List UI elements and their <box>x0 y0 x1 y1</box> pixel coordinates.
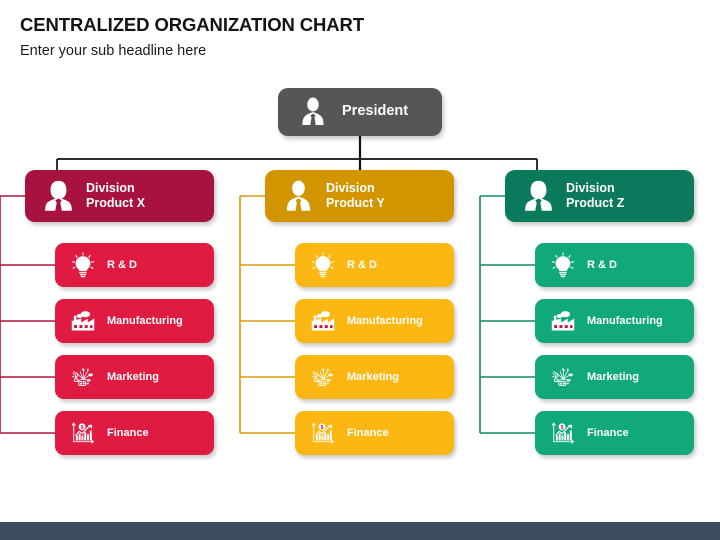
node-product-z-item-1[interactable]: Manufacturing <box>535 299 694 343</box>
node-division-product-y[interactable]: Division Product Y <box>265 170 454 222</box>
node-division-label: Division Product Z <box>566 181 625 210</box>
person-female-icon <box>519 180 557 213</box>
factory-icon <box>545 308 581 334</box>
chart-dollar-icon: $ <box>65 420 101 446</box>
header: CENTRALIZED ORGANIZATION CHART Enter you… <box>20 14 364 59</box>
node-product-y-item-3[interactable]: $ Finance <box>295 411 454 455</box>
chart-dollar-icon: $ <box>305 420 341 446</box>
person-male-icon <box>279 180 317 213</box>
node-item-label: R & D <box>107 258 137 271</box>
factory-icon <box>65 308 101 334</box>
lightbulb-gear-icon <box>65 252 101 278</box>
node-product-x-item-1[interactable]: Manufacturing <box>55 299 214 343</box>
svg-text:$: $ <box>81 425 84 431</box>
node-item-label: Finance <box>107 426 149 439</box>
node-president[interactable]: President <box>278 88 442 136</box>
social-network-icon <box>545 364 581 390</box>
node-item-label: Marketing <box>587 370 639 383</box>
lightbulb-gear-icon <box>305 252 341 278</box>
node-division-label: Division Product Y <box>326 181 385 210</box>
footer-bar <box>0 522 720 540</box>
node-product-z-item-2[interactable]: Marketing <box>535 355 694 399</box>
person-suit-icon <box>296 97 330 127</box>
node-item-label: R & D <box>347 258 377 271</box>
node-product-z-item-0[interactable]: R & D <box>535 243 694 287</box>
node-item-label: Manufacturing <box>587 314 663 327</box>
node-item-label: Marketing <box>107 370 159 383</box>
node-president-label: President <box>342 103 409 120</box>
social-network-icon <box>305 364 341 390</box>
node-item-label: Manufacturing <box>107 314 183 327</box>
svg-text:$: $ <box>321 425 324 431</box>
node-division-label: Division Product X <box>86 181 146 210</box>
node-item-label: R & D <box>587 258 617 271</box>
lightbulb-gear-icon <box>545 252 581 278</box>
svg-text:$: $ <box>561 425 564 431</box>
node-product-y-item-1[interactable]: Manufacturing <box>295 299 454 343</box>
node-product-x-item-2[interactable]: Marketing <box>55 355 214 399</box>
person-female-icon <box>39 180 77 213</box>
node-division-product-x[interactable]: Division Product X <box>25 170 214 222</box>
node-item-label: Manufacturing <box>347 314 423 327</box>
node-product-z-item-3[interactable]: $ Finance <box>535 411 694 455</box>
factory-icon <box>305 308 341 334</box>
node-product-x-item-3[interactable]: $ Finance <box>55 411 214 455</box>
social-network-icon <box>65 364 101 390</box>
chart-dollar-icon: $ <box>545 420 581 446</box>
node-product-y-item-2[interactable]: Marketing <box>295 355 454 399</box>
node-item-label: Marketing <box>347 370 399 383</box>
page-title: CENTRALIZED ORGANIZATION CHART <box>20 14 365 35</box>
node-product-y-item-0[interactable]: R & D <box>295 243 454 287</box>
node-item-label: Finance <box>587 426 629 439</box>
node-item-label: Finance <box>347 426 389 439</box>
node-division-product-z[interactable]: Division Product Z <box>505 170 694 222</box>
node-product-x-item-0[interactable]: R & D <box>55 243 214 287</box>
page-subtitle: Enter your sub headline here <box>20 43 207 59</box>
